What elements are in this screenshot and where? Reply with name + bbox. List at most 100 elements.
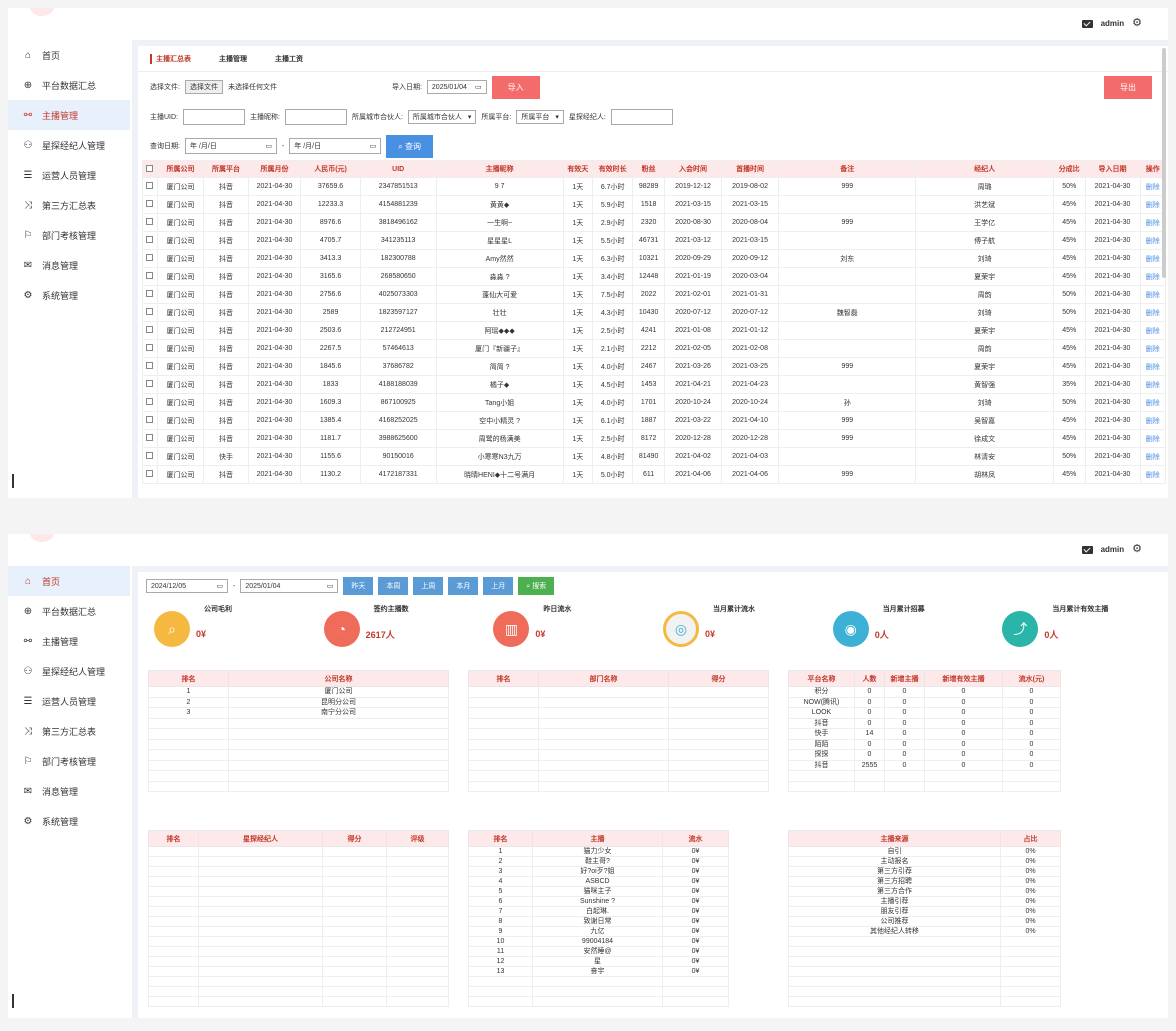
delete-link[interactable]: 删除 xyxy=(1139,393,1166,412)
row-checkbox[interactable] xyxy=(142,231,158,250)
column-header[interactable]: 人民币(元) xyxy=(300,160,361,178)
table-cell: 刘琦 xyxy=(915,249,1054,268)
sidebar-item[interactable]: ☰ 运营人员管理 xyxy=(8,160,130,190)
scrollbar[interactable] xyxy=(1162,48,1166,278)
sidebar-item[interactable]: ⚐ 部门考核管理 xyxy=(8,746,130,776)
table-cell xyxy=(468,770,539,782)
search-button[interactable]: ⌕ 搜索 xyxy=(518,577,555,595)
date-to-input[interactable]: 年 /月/日 ▭ xyxy=(289,138,382,154)
table-cell: 抖音 xyxy=(203,321,249,340)
name-input[interactable] xyxy=(284,109,347,125)
agent-label: 星探经纪人: xyxy=(568,114,606,121)
platform-label: 所属平台: xyxy=(481,114,512,121)
platform-select[interactable]: 所属平台 ▾ xyxy=(516,110,564,124)
sidebar-item[interactable]: ⚇ 星探经纪人管理 xyxy=(8,656,130,686)
sidebar-item[interactable]: ⚙ 系统管理 xyxy=(8,806,130,836)
table-cell: 867100925 xyxy=(359,393,437,412)
tab-anchor-manage[interactable]: 主播管理 xyxy=(219,54,247,64)
table-row: 厦门公司 抖音 2021-04-30 8976.6 3818496162 一生啊~ 1天 2.… xyxy=(142,213,1166,232)
main-content: 2024/12/05 ▭ - 2025/01/04 ▭ 昨天 本周 上周 本月 上月… xyxy=(132,566,1168,1018)
sidebar-item[interactable]: ⚯ 主播管理 xyxy=(8,100,130,130)
row-checkbox[interactable] xyxy=(142,303,158,322)
table-cell: 0 xyxy=(884,749,925,761)
row-checkbox[interactable] xyxy=(142,285,158,304)
sidebar-item[interactable]: ⤨ 第三方汇总表 xyxy=(8,190,130,220)
row-checkbox[interactable] xyxy=(142,213,158,232)
last-week-button[interactable]: 上周 xyxy=(413,577,444,595)
yesterday-button[interactable]: 昨天 xyxy=(343,577,374,595)
export-button[interactable]: 导出 xyxy=(1104,75,1152,99)
row-checkbox[interactable] xyxy=(142,177,158,196)
sidebar-item[interactable]: ☰ 运营人员管理 xyxy=(8,686,130,716)
this-week-button[interactable]: 本周 xyxy=(378,577,409,595)
sidebar-item[interactable]: ⊕ 平台数据汇总 xyxy=(8,596,130,626)
row-checkbox[interactable] xyxy=(142,411,158,430)
target-icon: ◉ xyxy=(832,611,869,647)
table-cell: 2021-02-05 xyxy=(663,339,723,358)
delete-link[interactable]: 删除 xyxy=(1139,465,1166,484)
date-from-input[interactable]: 年 /月/日 ▭ xyxy=(184,138,277,154)
choose-file-button[interactable]: 选择文件 xyxy=(184,80,223,94)
row-checkbox[interactable] xyxy=(142,447,158,466)
sidebar-item[interactable]: ⚇ 星探经纪人管理 xyxy=(8,130,130,160)
mail-icon[interactable] xyxy=(1081,19,1093,28)
agent-input[interactable] xyxy=(610,109,673,125)
table-cell: 999 xyxy=(778,429,917,448)
sidebar-item[interactable]: ✉ 消息管理 xyxy=(8,250,130,280)
query-button[interactable]: ⌕ 查询 xyxy=(386,134,433,158)
delete-link[interactable]: 删除 xyxy=(1139,303,1166,322)
date-from-input[interactable]: 2024/12/05 ▭ xyxy=(146,579,228,593)
row-checkbox[interactable] xyxy=(142,321,158,340)
group-icon: ⚇ xyxy=(23,139,33,151)
row-checkbox[interactable] xyxy=(142,339,158,358)
table-cell: 2020-09-29 xyxy=(663,249,723,268)
sidebar-item[interactable]: ⤨ 第三方汇总表 xyxy=(8,716,130,746)
row-checkbox[interactable] xyxy=(142,195,158,214)
row-checkbox[interactable] xyxy=(142,429,158,448)
date-to-input[interactable]: 2025/01/04 ▭ xyxy=(240,579,339,593)
uid-label: 主播UID: xyxy=(150,114,178,121)
last-month-button[interactable]: 上月 xyxy=(483,577,514,595)
username[interactable]: admin xyxy=(1101,545,1125,554)
username[interactable]: admin xyxy=(1101,19,1125,28)
delete-link[interactable]: 删除 xyxy=(1139,321,1166,340)
partner-select[interactable]: 所属城市合伙人 ▾ xyxy=(407,110,477,124)
row-checkbox[interactable] xyxy=(142,465,158,484)
sidebar-item[interactable]: ⊕ 平台数据汇总 xyxy=(8,70,130,100)
uid-input[interactable] xyxy=(183,109,245,125)
sidebar-item[interactable]: ⌂ 首页 xyxy=(8,566,130,596)
delete-link[interactable]: 删除 xyxy=(1139,447,1166,466)
table-row: 积分 0 0 0 0 xyxy=(788,686,1061,698)
table-row: 3 南宁分公司 xyxy=(148,707,449,719)
sidebar-item[interactable]: ✉ 消息管理 xyxy=(8,776,130,806)
row-checkbox[interactable] xyxy=(142,357,158,376)
sidebar-item[interactable]: ⚐ 部门考核管理 xyxy=(8,220,130,250)
row-checkbox[interactable] xyxy=(142,249,158,268)
delete-link[interactable]: 删除 xyxy=(1139,375,1166,394)
sidebar-item[interactable]: ⚯ 主播管理 xyxy=(8,626,130,656)
delete-link[interactable]: 删除 xyxy=(1139,285,1166,304)
sidebar-item[interactable]: ⌂ 首页 xyxy=(8,40,130,70)
tab-anchor-salary[interactable]: 主播工资 xyxy=(275,54,303,64)
table-row: 1 厦门公司 xyxy=(148,686,449,698)
row-checkbox[interactable] xyxy=(142,375,158,394)
gear-icon[interactable]: ⚙ xyxy=(1132,18,1142,29)
table-row: 3 好?oi歹?姐 0¥ xyxy=(468,866,729,877)
table-cell: 周鹭的杨满美 xyxy=(435,429,564,448)
tab-anchor-summary[interactable]: 主播汇总表 xyxy=(150,53,191,64)
table-cell: 0 xyxy=(1002,707,1061,719)
delete-link[interactable]: 删除 xyxy=(1139,429,1166,448)
delete-link[interactable]: 删除 xyxy=(1139,411,1166,430)
row-checkbox[interactable] xyxy=(142,267,158,286)
gear-icon[interactable]: ⚙ xyxy=(1132,544,1142,555)
sidebar-item[interactable]: ⚙ 系统管理 xyxy=(8,280,130,310)
row-checkbox[interactable] xyxy=(142,393,158,412)
import-date-input[interactable]: 2025/01/04 ▭ xyxy=(426,80,487,94)
mail-icon[interactable] xyxy=(1081,545,1093,554)
delete-link[interactable]: 删除 xyxy=(1139,357,1166,376)
import-button[interactable]: 导入 xyxy=(491,75,540,99)
select-all-checkbox[interactable] xyxy=(142,160,158,178)
table-cell: 第三方招聘 xyxy=(788,876,1001,887)
delete-link[interactable]: 删除 xyxy=(1139,339,1166,358)
this-month-button[interactable]: 本月 xyxy=(448,577,479,595)
